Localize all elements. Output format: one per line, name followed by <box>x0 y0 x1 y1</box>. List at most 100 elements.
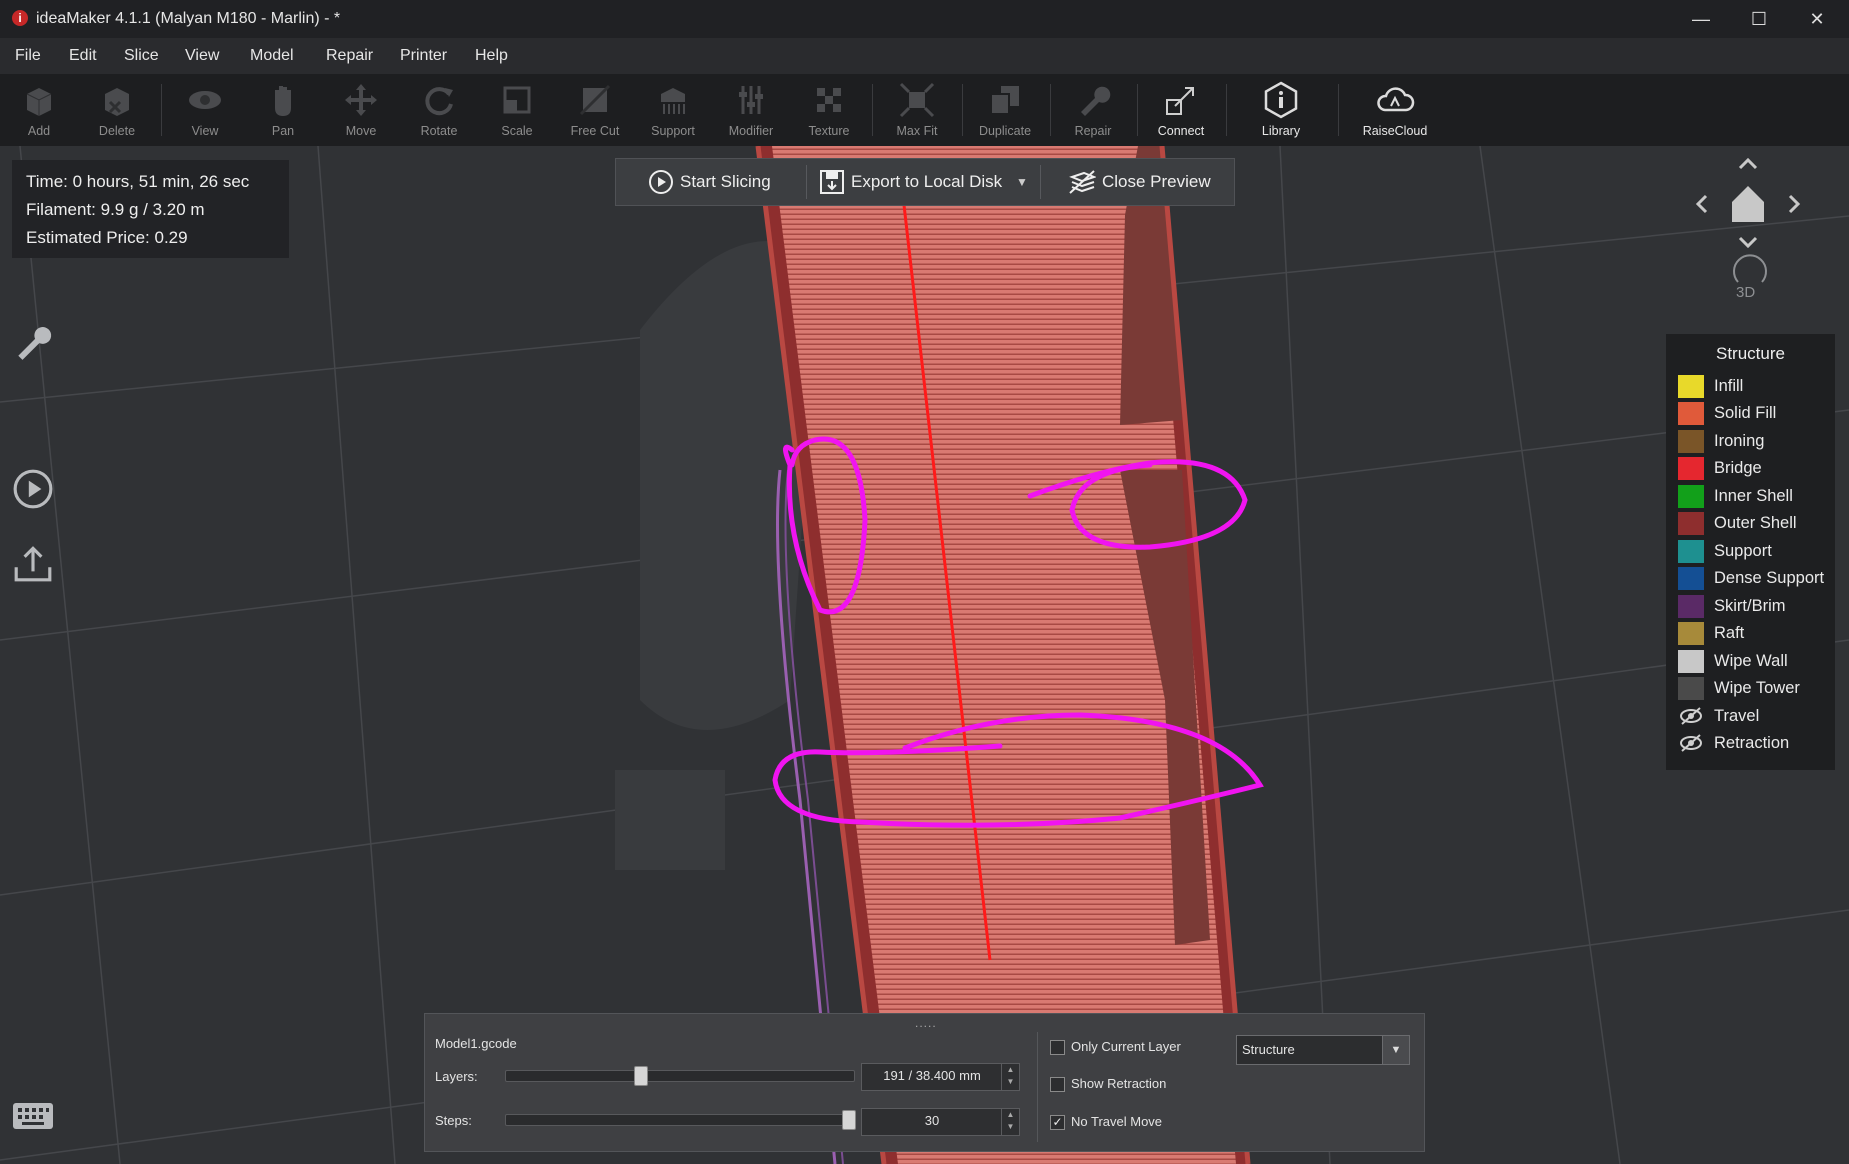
show-retraction-checkbox[interactable] <box>1050 1077 1065 1092</box>
print-stats-panel: Time: 0 hours, 51 min, 26 sec Filament: … <box>12 160 289 258</box>
wrench-icon[interactable] <box>12 320 54 362</box>
gcode-filename: Model1.gcode <box>435 1036 517 1051</box>
play-circle-icon[interactable] <box>12 468 54 510</box>
color-swatch <box>1678 402 1704 425</box>
close-preview-button[interactable]: Close Preview <box>1068 159 1211 205</box>
3d-viewport[interactable]: Time: 0 hours, 51 min, 26 sec Filament: … <box>0 146 1849 1164</box>
close-window-button[interactable]: ✕ <box>1788 0 1846 38</box>
library-hexagon-icon <box>1264 81 1298 119</box>
rotate-icon <box>425 87 453 116</box>
eye-icon <box>189 91 221 109</box>
upload-icon[interactable] <box>12 542 54 584</box>
play-circle-icon <box>649 170 673 194</box>
texture-button[interactable]: Texture <box>794 78 864 144</box>
steps-spinbox[interactable]: 30 ▲ ▼ <box>861 1108 1020 1136</box>
duplicate-icon <box>990 86 1019 115</box>
panel-drag-handle[interactable]: ..... <box>915 1016 937 1030</box>
legend-item-wipe-wall: Wipe Wall <box>1678 649 1788 673</box>
layers-spinbox[interactable]: 191 / 38.400 mm ▲ ▼ <box>861 1063 1020 1091</box>
keyboard-icon[interactable] <box>12 1100 54 1132</box>
menu-printer[interactable]: Printer <box>400 47 447 65</box>
support-button[interactable]: Support <box>638 78 708 144</box>
chevron-down-icon[interactable]: ▼ <box>1382 1036 1409 1064</box>
add-button[interactable]: Add <box>4 78 74 144</box>
delete-button[interactable]: Delete <box>82 78 152 144</box>
cloud-icon <box>1377 87 1415 112</box>
scale-button[interactable]: Scale <box>482 78 552 144</box>
max-fit-button[interactable]: Max Fit <box>882 78 952 144</box>
color-swatch <box>1678 594 1704 618</box>
raisecloud-button[interactable]: RaiseCloud <box>1360 78 1430 144</box>
preview-mode-select[interactable]: Structure ▼ <box>1236 1035 1410 1065</box>
wrench-icon <box>1081 86 1111 116</box>
filament-usage: Filament: 9.9 g / 3.20 m <box>26 200 205 219</box>
chevron-down-icon: ▼ <box>1016 175 1028 189</box>
structure-legend: Structure Infill Solid Fill Ironing Brid… <box>1666 334 1835 770</box>
pan-button[interactable]: Pan <box>248 78 318 144</box>
toolbar-divider <box>1137 84 1138 136</box>
legend-item-infill: Infill <box>1678 374 1743 398</box>
arrow-up-icon <box>1738 157 1758 170</box>
free-cut-button[interactable]: Free Cut <box>560 78 630 144</box>
only-current-layer-label: Only Current Layer <box>1071 1039 1181 1054</box>
layers-slider-thumb[interactable] <box>634 1066 648 1086</box>
rotate-3d-icon <box>1733 254 1767 283</box>
spin-arrows-icon[interactable]: ▲ ▼ <box>1001 1064 1019 1090</box>
legend-item-dense-support: Dense Support <box>1678 567 1824 591</box>
arrow-down-icon <box>1738 236 1758 249</box>
legend-item-retraction[interactable]: Retraction <box>1678 732 1789 756</box>
eye-hidden-icon <box>1680 734 1702 752</box>
minimize-button[interactable]: — <box>1672 0 1730 38</box>
export-dropdown-button[interactable]: ▼ <box>1016 159 1028 205</box>
print-time: Time: 0 hours, 51 min, 26 sec <box>26 172 250 191</box>
layers-slider[interactable] <box>505 1066 855 1086</box>
modifier-button[interactable]: Modifier <box>716 78 786 144</box>
start-slicing-button[interactable]: Start Slicing <box>648 159 771 205</box>
export-local-disk-button[interactable]: Export to Local Disk <box>819 159 1002 205</box>
menu-edit[interactable]: Edit <box>69 47 97 65</box>
toolbar-divider <box>872 84 873 136</box>
steps-slider-thumb[interactable] <box>842 1110 856 1130</box>
repair-label: Repair <box>1074 124 1112 138</box>
rotate-label: Rotate <box>420 124 458 138</box>
menu-model[interactable]: Model <box>250 47 294 65</box>
toolbar: Add Delete View Pan Move Rotate Scale Fr… <box>0 74 1849 147</box>
toolbar-divider <box>1338 84 1339 136</box>
only-current-layer-checkbox[interactable] <box>1050 1040 1065 1055</box>
spin-arrows-icon[interactable]: ▲ ▼ <box>1001 1109 1019 1135</box>
library-label: Library <box>1261 124 1301 138</box>
navigation-graphic <box>1695 157 1801 283</box>
menu-bar: File Edit Slice View Model Repair Printe… <box>0 38 1849 74</box>
connect-button[interactable]: Connect <box>1146 78 1216 144</box>
free-cut-label: Free Cut <box>570 124 620 138</box>
legend-item-ironing: Ironing <box>1678 429 1764 453</box>
connect-label: Connect <box>1157 124 1205 138</box>
action-divider <box>806 165 807 199</box>
steps-slider[interactable] <box>505 1110 856 1130</box>
maximize-button[interactable]: ☐ <box>1730 0 1788 38</box>
cut-icon <box>579 84 611 116</box>
menu-file[interactable]: File <box>15 47 41 65</box>
layers-value: 191 / 38.400 mm <box>883 1068 981 1083</box>
no-travel-move-checkbox[interactable]: ✓ <box>1050 1115 1065 1130</box>
repair-button[interactable]: Repair <box>1058 78 1128 144</box>
legend-item-travel[interactable]: Travel <box>1678 704 1759 728</box>
duplicate-label: Duplicate <box>978 124 1032 138</box>
legend-item-bridge: Bridge <box>1678 457 1762 481</box>
move-button[interactable]: Move <box>326 78 396 144</box>
view-3d-button[interactable]: 3D <box>1736 284 1755 301</box>
menu-repair[interactable]: Repair <box>326 47 373 65</box>
duplicate-button[interactable]: Duplicate <box>970 78 1040 144</box>
rotate-button[interactable]: Rotate <box>404 78 474 144</box>
menu-slice[interactable]: Slice <box>124 47 159 65</box>
library-button[interactable]: Library <box>1246 78 1316 144</box>
window-title: ideaMaker 4.1.1 (Malyan M180 - Marlin) -… <box>36 10 341 27</box>
panel-divider <box>1037 1032 1038 1142</box>
menu-view[interactable]: View <box>185 47 219 65</box>
view-button[interactable]: View <box>170 78 240 144</box>
legend-item-outer-shell: Outer Shell <box>1678 512 1797 536</box>
action-divider <box>1040 165 1041 199</box>
menu-help[interactable]: Help <box>475 47 508 65</box>
support-label: Support <box>651 124 695 138</box>
color-swatch <box>1678 512 1704 535</box>
